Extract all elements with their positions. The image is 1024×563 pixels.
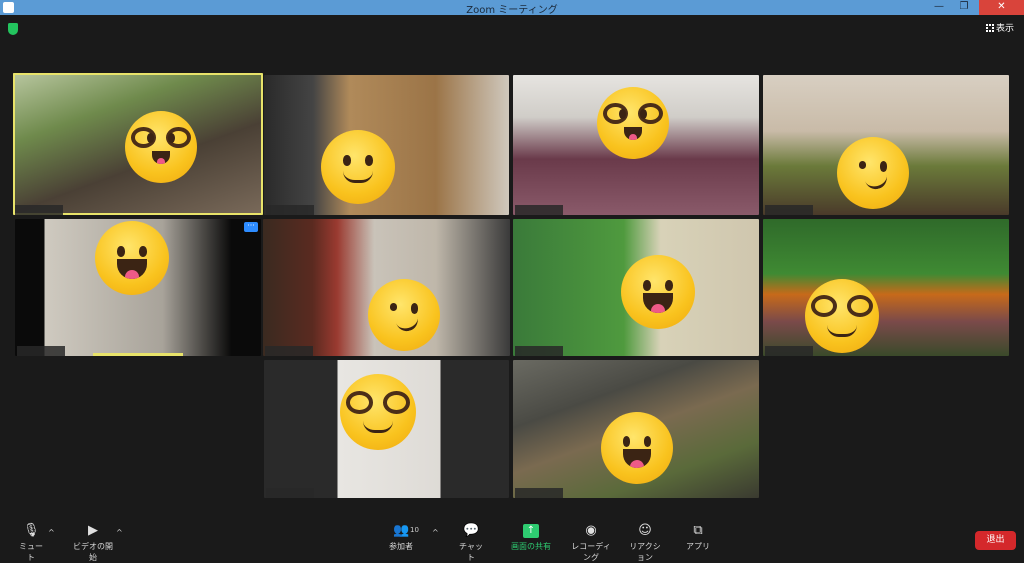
grid-icon bbox=[985, 24, 994, 32]
participants-label: 参加者 bbox=[389, 542, 413, 551]
people-icon: 👥 bbox=[393, 523, 410, 538]
chat-button[interactable]: 💬 チャット bbox=[458, 524, 484, 563]
emoji-plus-icon: ☺ bbox=[638, 523, 652, 538]
participant-name-bar bbox=[515, 205, 563, 215]
apps-button[interactable]: ⧉ アプリ bbox=[686, 524, 710, 552]
glasses-icon bbox=[602, 102, 664, 125]
video-camera-icon: ▶ bbox=[88, 523, 98, 538]
leave-button[interactable]: 退出 bbox=[975, 531, 1016, 550]
start-video-button[interactable]: ▶ ビデオの開始 ^ bbox=[70, 523, 123, 563]
record-label: レコーディング bbox=[571, 542, 611, 562]
close-window-button[interactable]: ✕ bbox=[979, 0, 1024, 15]
glasses-grin-emoji bbox=[125, 111, 197, 183]
view-label: 表示 bbox=[995, 24, 1014, 34]
video-tile[interactable] bbox=[513, 360, 759, 498]
record-button[interactable]: ◉ レコーディング bbox=[568, 524, 614, 563]
video-tile[interactable]: ··· bbox=[15, 219, 261, 356]
grin-emoji bbox=[601, 412, 673, 484]
participant-name-bar bbox=[515, 346, 563, 356]
video-tile[interactable] bbox=[763, 219, 1009, 356]
chevron-up-icon[interactable]: ^ bbox=[48, 528, 55, 537]
participant-name-bar bbox=[266, 205, 314, 215]
chat-bubble-icon: 💬 bbox=[463, 523, 480, 538]
participants-count: 10 bbox=[410, 526, 419, 534]
smirk-emoji bbox=[837, 137, 909, 209]
record-icon: ◉ bbox=[585, 523, 597, 538]
window-title: Zoom ミーティング bbox=[466, 5, 558, 16]
share-screen-icon: ↑ bbox=[523, 524, 539, 538]
chevron-up-icon[interactable]: ^ bbox=[432, 528, 439, 537]
video-tile[interactable] bbox=[763, 75, 1009, 215]
glasses-smile-emoji bbox=[340, 374, 416, 450]
glasses-icon bbox=[810, 295, 874, 318]
video-tile[interactable] bbox=[263, 219, 510, 356]
participant-name-bar bbox=[265, 346, 313, 356]
chat-label: チャット bbox=[459, 542, 483, 562]
mute-label: ミュート bbox=[19, 542, 43, 562]
glasses-grin-emoji bbox=[597, 87, 669, 159]
grin-emoji bbox=[95, 221, 169, 295]
participant-name-bar bbox=[15, 205, 63, 215]
participant-name-bar bbox=[765, 205, 813, 215]
shield-icon[interactable] bbox=[8, 23, 18, 35]
mute-button[interactable]: 🎙 ミュート ^ bbox=[16, 523, 55, 563]
smile-emoji bbox=[321, 130, 395, 204]
reactions-button[interactable]: ☺ リアクション bbox=[626, 524, 664, 563]
participant-name-bar bbox=[17, 346, 65, 356]
chevron-up-icon[interactable]: ^ bbox=[116, 528, 123, 537]
apps-label: アプリ bbox=[686, 542, 710, 551]
share-screen-button[interactable]: ↑ 画面の共有 bbox=[510, 524, 552, 552]
minimize-button[interactable]: — bbox=[927, 0, 951, 15]
video-label: ビデオの開始 bbox=[73, 542, 113, 562]
video-tile[interactable] bbox=[13, 73, 263, 215]
more-options-button[interactable]: ··· bbox=[244, 222, 258, 232]
video-tile[interactable] bbox=[264, 360, 509, 498]
audio-level-bar bbox=[93, 353, 183, 356]
reactions-label: リアクション bbox=[629, 542, 661, 562]
glasses-icon bbox=[130, 126, 192, 149]
smirk-emoji bbox=[368, 279, 440, 351]
apps-icon: ⧉ bbox=[693, 523, 703, 538]
glasses-icon bbox=[346, 390, 410, 414]
view-button[interactable]: 表示 bbox=[985, 21, 1014, 34]
participant-name-bar bbox=[765, 346, 813, 356]
participant-name-bar bbox=[515, 488, 563, 498]
participants-button[interactable]: 👥 10 参加者 ^ bbox=[386, 523, 439, 552]
video-tile[interactable] bbox=[513, 75, 759, 215]
microphone-icon: 🎙 bbox=[23, 523, 40, 538]
maximize-button[interactable]: ❐ bbox=[952, 0, 976, 15]
window-titlebar: Zoom ミーティング — ❐ ✕ bbox=[0, 0, 1024, 16]
meeting-toolbar: 🎙 ミュート ^ ▶ ビデオの開始 ^ 👥 10 参加者 ^ 💬 チャット ↑ … bbox=[0, 518, 1024, 562]
glasses-smile-emoji bbox=[805, 279, 879, 353]
participant-name-bar bbox=[266, 488, 314, 498]
share-label: 画面の共有 bbox=[511, 542, 551, 551]
grin-emoji bbox=[621, 255, 695, 329]
video-tile[interactable] bbox=[513, 219, 759, 356]
video-tile[interactable] bbox=[264, 75, 509, 215]
